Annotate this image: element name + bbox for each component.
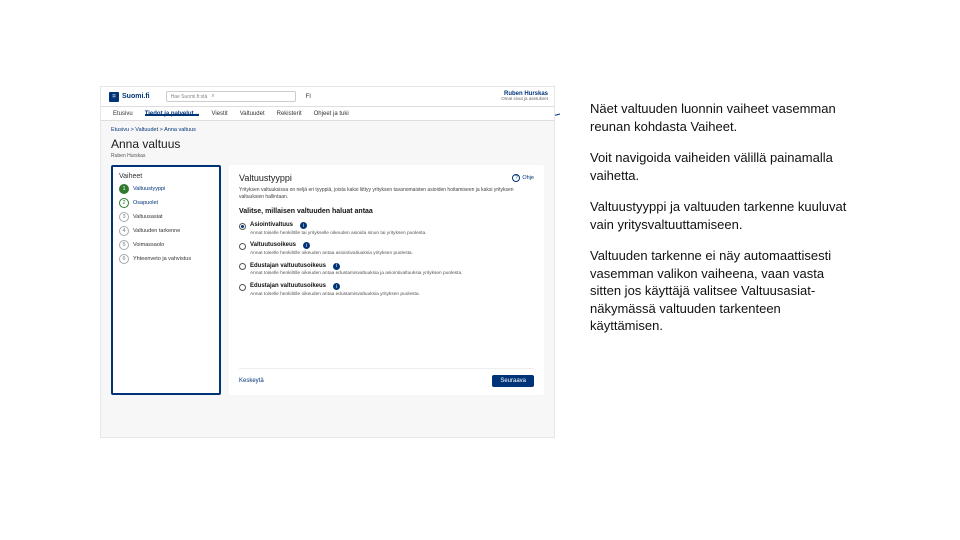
search-input[interactable]: Hae Suomi.fi:stä ⌕ xyxy=(166,91,296,102)
choice-title: Valitse, millaisen valtuuden haluat anta… xyxy=(239,208,534,215)
brand-name: Suomi.fi xyxy=(122,93,150,100)
nav-home[interactable]: Etusivu xyxy=(113,111,133,116)
step-label: Valtuuden tarkenne xyxy=(133,228,180,234)
lang-switch[interactable]: FI xyxy=(306,94,311,100)
step-badge-icon: 4 xyxy=(119,226,129,236)
info-icon[interactable]: i xyxy=(333,263,340,270)
info-icon[interactable]: i xyxy=(300,222,307,229)
card-title: Valtuustyyppi xyxy=(239,173,292,183)
step-badge-icon: 3 xyxy=(119,212,129,222)
step-label: Valtuusasiat xyxy=(133,214,163,220)
option-label: Asiointivaltuus xyxy=(250,222,293,228)
step-5[interactable]: 5 Voimassaolo xyxy=(119,240,213,250)
search-placeholder: Hae Suomi.fi:stä xyxy=(171,94,208,100)
step-2[interactable]: 2 Osapuolet xyxy=(119,198,213,208)
option-label: Valtuutusoikeus xyxy=(250,242,296,248)
info-icon[interactable]: i xyxy=(303,242,310,249)
cancel-button[interactable]: Keskeytä xyxy=(239,378,264,384)
radio-icon xyxy=(239,284,246,291)
radio-icon xyxy=(239,243,246,250)
option-3[interactable]: Edustajan valtuutusoikeus i Annat toisel… xyxy=(239,260,534,280)
suomifi-app-mock: = Suomi.fi Hae Suomi.fi:stä ⌕ FI Ruben H… xyxy=(100,86,555,438)
step-badge-icon: 6 xyxy=(119,254,129,264)
step-badge-icon: 2 xyxy=(119,198,129,208)
page-subtitle: Ruben Hurskas xyxy=(111,153,544,159)
step-6[interactable]: 6 Yhteenveto ja vahvistus xyxy=(119,254,213,264)
step-4[interactable]: 4 Valtuuden tarkenne xyxy=(119,226,213,236)
next-button[interactable]: Seuraava xyxy=(492,375,534,387)
radio-icon xyxy=(239,223,246,230)
brand-logo-icon: = xyxy=(109,92,119,102)
nav-messages[interactable]: Viestit xyxy=(211,111,227,116)
account-sublabel: Omat sivut ja asetukset xyxy=(501,97,548,102)
nav-authorizations[interactable]: Valtuudet xyxy=(240,111,265,116)
option-desc: Annat toiselle henkilölle oikeuden antaa… xyxy=(250,251,534,257)
chevron-down-icon: ⌄ xyxy=(195,111,199,117)
radio-icon xyxy=(239,263,246,270)
card-lead: Yrityksen valtuuksissa on neljä eri tyyp… xyxy=(239,187,534,200)
nav-info[interactable]: Tiedot ja palvelut ⌄ xyxy=(145,111,200,116)
note-2: Voit navigoida vaiheiden välillä painama… xyxy=(590,149,850,184)
nav-guide[interactable]: Ohjeet ja tuki xyxy=(314,111,349,116)
slide-notes: Näet valtuuden luonnin vaiheet vasemman … xyxy=(590,100,850,349)
help-icon: ? xyxy=(512,174,520,182)
option-desc: Annat toiselle henkilölle tai yrityksell… xyxy=(250,231,534,237)
step-label: Valtuustyyppi xyxy=(133,186,165,192)
account-menu[interactable]: Ruben Hurskas Omat sivut ja asetukset xyxy=(501,91,548,102)
step-label: Osapuolet xyxy=(133,200,158,206)
primary-nav: Etusivu Tiedot ja palvelut ⌄ Viestit Val… xyxy=(101,107,554,121)
page-title: Anna valtuus xyxy=(111,137,544,151)
option-4[interactable]: Edustajan valtuutusoikeus i Annat toisel… xyxy=(239,280,534,300)
option-2[interactable]: Valtuutusoikeus i Annat toiselle henkilö… xyxy=(239,239,534,259)
step-3[interactable]: 3 Valtuusasiat xyxy=(119,212,213,222)
steps-title: Vaiheet xyxy=(119,173,213,180)
search-icon: ⌕ xyxy=(211,93,214,100)
help-link[interactable]: ? Ohje xyxy=(512,174,534,182)
content-card: Valtuustyyppi ? Ohje Yrityksen valtuuksi… xyxy=(229,165,544,395)
info-icon[interactable]: i xyxy=(333,283,340,290)
step-label: Yhteenveto ja vahvistus xyxy=(133,256,191,262)
note-1: Näet valtuuden luonnin vaiheet vasemman … xyxy=(590,100,850,135)
option-desc: Annat toiselle henkilölle oikeuden antaa… xyxy=(250,271,534,277)
option-desc: Annat toiselle henkilölle oikeuden antaa… xyxy=(250,292,534,298)
step-1[interactable]: 1 Valtuustyyppi xyxy=(119,184,213,194)
note-4: Valtuuden tarkenne ei näy automaattisest… xyxy=(590,247,850,335)
app-header: = Suomi.fi Hae Suomi.fi:stä ⌕ FI Ruben H… xyxy=(101,87,554,107)
app-body: Etusivu > Valtuudet > Anna valtuus Anna … xyxy=(101,121,554,437)
option-label: Edustajan valtuutusoikeus xyxy=(250,263,326,269)
brand: = Suomi.fi xyxy=(109,92,150,102)
option-label: Edustajan valtuutusoikeus xyxy=(250,283,326,289)
step-badge-icon: 1 xyxy=(119,184,129,194)
steps-panel: Vaiheet 1 Valtuustyyppi 2 Osapuolet 3 Va… xyxy=(111,165,221,395)
card-footer: Keskeytä Seuraava xyxy=(239,368,534,387)
step-badge-icon: 5 xyxy=(119,240,129,250)
step-label: Voimassaolo xyxy=(133,242,164,248)
breadcrumb[interactable]: Etusivu > Valtuudet > Anna valtuus xyxy=(111,127,544,133)
nav-registers[interactable]: Rekisterit xyxy=(277,111,302,116)
note-3: Valtuustyyppi ja valtuuden tarkenne kuul… xyxy=(590,198,850,233)
option-1[interactable]: Asiointivaltuus i Annat toiselle henkilö… xyxy=(239,219,534,239)
